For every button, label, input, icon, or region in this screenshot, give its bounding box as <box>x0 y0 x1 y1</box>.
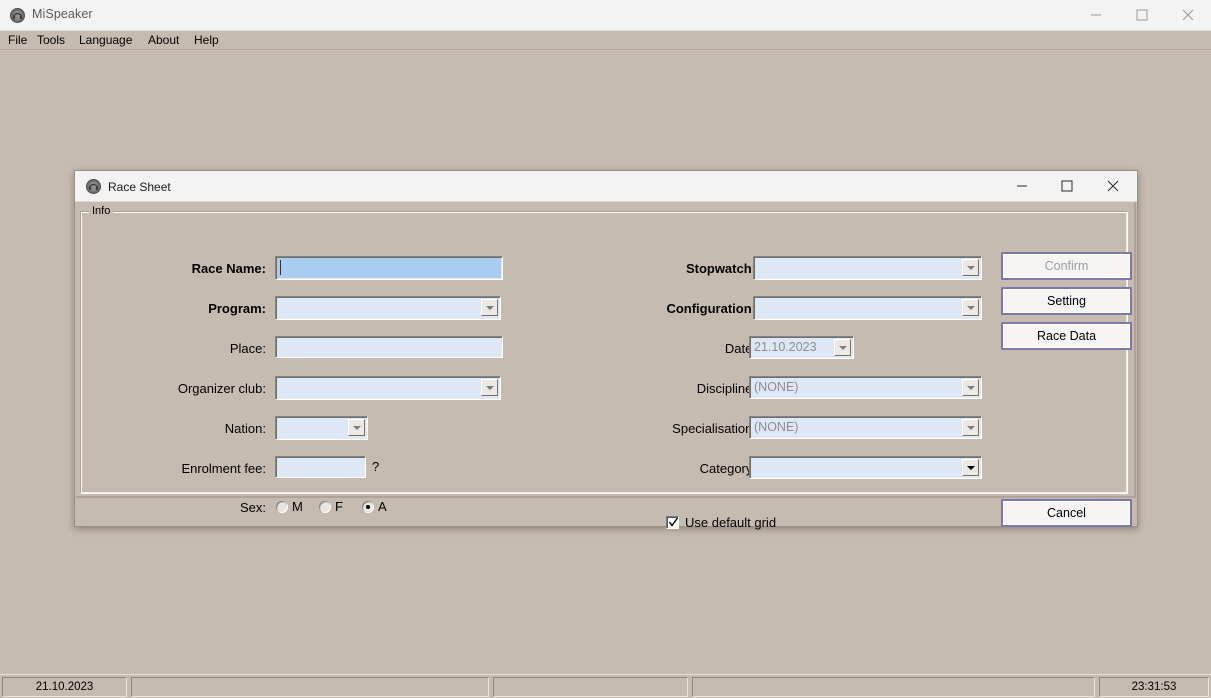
chevron-down-icon <box>485 305 494 310</box>
race-data-button[interactable]: Race Data <box>1001 322 1132 350</box>
radio-indicator <box>276 501 288 513</box>
setting-button[interactable]: Setting <box>1001 287 1132 315</box>
stopwatch-combobox[interactable] <box>753 256 982 280</box>
app-title: MiSpeaker <box>32 7 93 21</box>
close-icon[interactable] <box>1090 171 1135 201</box>
place-input[interactable] <box>275 336 503 358</box>
menu-item-about[interactable]: About <box>148 33 179 48</box>
discipline-combobox[interactable]: (NONE) <box>749 376 982 399</box>
program-combobox[interactable] <box>275 296 501 320</box>
configuration-combobox[interactable] <box>753 296 982 320</box>
nation-combobox[interactable] <box>275 416 368 440</box>
sex-radio-m-label: M <box>292 499 303 514</box>
maximize-icon[interactable] <box>1044 171 1089 201</box>
radio-indicator <box>319 501 331 513</box>
menu-item-help[interactable]: Help <box>194 33 219 48</box>
category-dropdown-button[interactable] <box>962 459 979 476</box>
enrolment-fee-help-hint: ? <box>372 459 380 474</box>
chevron-down-icon <box>838 345 847 350</box>
discipline-value: (NONE) <box>754 380 799 395</box>
status-panel-time: 23:31:53 <box>1099 677 1209 697</box>
race-name-input[interactable] <box>275 256 503 280</box>
nation-label: Nation: <box>224 421 266 436</box>
status-panel-2 <box>131 677 489 697</box>
checkbox-indicator <box>666 516 679 529</box>
maximize-icon[interactable] <box>1119 0 1165 30</box>
use-default-grid-label: Use default grid <box>685 515 777 530</box>
race-sheet-dialog: Race Sheet Info Race Name: Program: Plac… <box>74 170 1138 530</box>
specialisation-dropdown-button[interactable] <box>962 419 979 436</box>
category-label: Category: <box>699 461 756 476</box>
radio-indicator <box>362 501 374 513</box>
organizer-club-dropdown-button[interactable] <box>481 379 498 396</box>
date-dropdown-button[interactable] <box>834 339 851 356</box>
cancel-button[interactable]: Cancel <box>1001 499 1132 527</box>
menubar: File Tools Language About Help <box>0 31 1211 50</box>
place-value <box>280 337 498 357</box>
race-name-label: Race Name: <box>191 261 266 276</box>
specialisation-label: Specialisation: <box>672 421 756 436</box>
speaker-icon <box>10 8 25 23</box>
configuration-label: Configuration: <box>666 301 756 316</box>
menu-item-file[interactable]: File <box>8 33 27 48</box>
enrolment-fee-value <box>280 457 361 477</box>
configuration-dropdown-button[interactable] <box>962 299 979 316</box>
chevron-down-icon <box>485 385 494 390</box>
chevron-down-icon <box>966 425 975 430</box>
info-groupbox: Info Race Name: Program: Place: Organize… <box>80 205 1132 530</box>
sex-label: Sex: <box>239 500 266 515</box>
organizer-club-label: Organizer club: <box>177 381 266 396</box>
chevron-down-icon <box>966 385 975 390</box>
discipline-label: Discipline: <box>696 381 756 396</box>
category-combobox[interactable] <box>749 456 982 479</box>
confirm-button[interactable]: Confirm <box>1001 252 1132 280</box>
menu-item-tools[interactable]: Tools <box>37 33 65 48</box>
chevron-down-icon <box>352 425 361 430</box>
stopwatch-value <box>758 257 977 279</box>
enrolment-fee-input[interactable] <box>275 456 366 478</box>
check-icon <box>669 517 678 527</box>
dialog-inner-panel: Info Race Name: Program: Place: Organize… <box>76 202 1136 530</box>
place-label: Place: <box>229 341 266 356</box>
organizer-club-combobox[interactable] <box>275 376 501 400</box>
chevron-down-icon <box>966 265 975 270</box>
close-icon[interactable] <box>1165 0 1211 30</box>
minimize-icon[interactable] <box>1073 0 1119 30</box>
status-panel-3 <box>493 677 688 697</box>
program-label: Program: <box>208 301 266 316</box>
specialisation-combobox[interactable]: (NONE) <box>749 416 982 439</box>
date-picker[interactable]: 21.10.2023 <box>749 336 854 359</box>
chevron-down-icon <box>966 465 975 470</box>
race-name-value <box>280 257 498 279</box>
statusbar: 21.10.2023 23:31:53 <box>0 674 1211 698</box>
sex-radio-f-label: F <box>335 499 343 514</box>
date-label: Date: <box>724 341 756 356</box>
app-titlebar: MiSpeaker <box>0 0 1211 31</box>
dialog-title: Race Sheet <box>108 180 171 194</box>
dialog-titlebar: Race Sheet <box>75 171 1137 202</box>
main-window: MiSpeaker File Tools Language About Help <box>0 0 1211 698</box>
discipline-dropdown-button[interactable] <box>962 379 979 396</box>
organizer-club-value <box>280 377 496 399</box>
menu-item-language[interactable]: Language <box>79 33 132 48</box>
stopwatch-dropdown-button[interactable] <box>962 259 979 276</box>
sex-radio-a-label: A <box>378 499 387 514</box>
configuration-value <box>758 297 977 319</box>
specialisation-value: (NONE) <box>754 420 799 435</box>
status-panel-date: 21.10.2023 <box>2 677 127 697</box>
dialog-body: Info Race Name: Program: Place: Organize… <box>75 202 1137 530</box>
status-panel-4 <box>692 677 1095 697</box>
enrolment-fee-label: Enrolment fee: <box>181 461 266 476</box>
speaker-icon <box>86 179 101 194</box>
sex-radio-group: M F A <box>276 499 406 515</box>
program-dropdown-button[interactable] <box>481 299 498 316</box>
program-value <box>280 297 496 319</box>
minimize-icon[interactable] <box>999 171 1044 201</box>
nation-dropdown-button[interactable] <box>348 419 365 436</box>
info-groupbox-legend: Info <box>89 205 114 217</box>
category-value <box>754 457 977 478</box>
chevron-down-icon <box>966 305 975 310</box>
stopwatch-label: Stopwatch: <box>685 261 756 276</box>
